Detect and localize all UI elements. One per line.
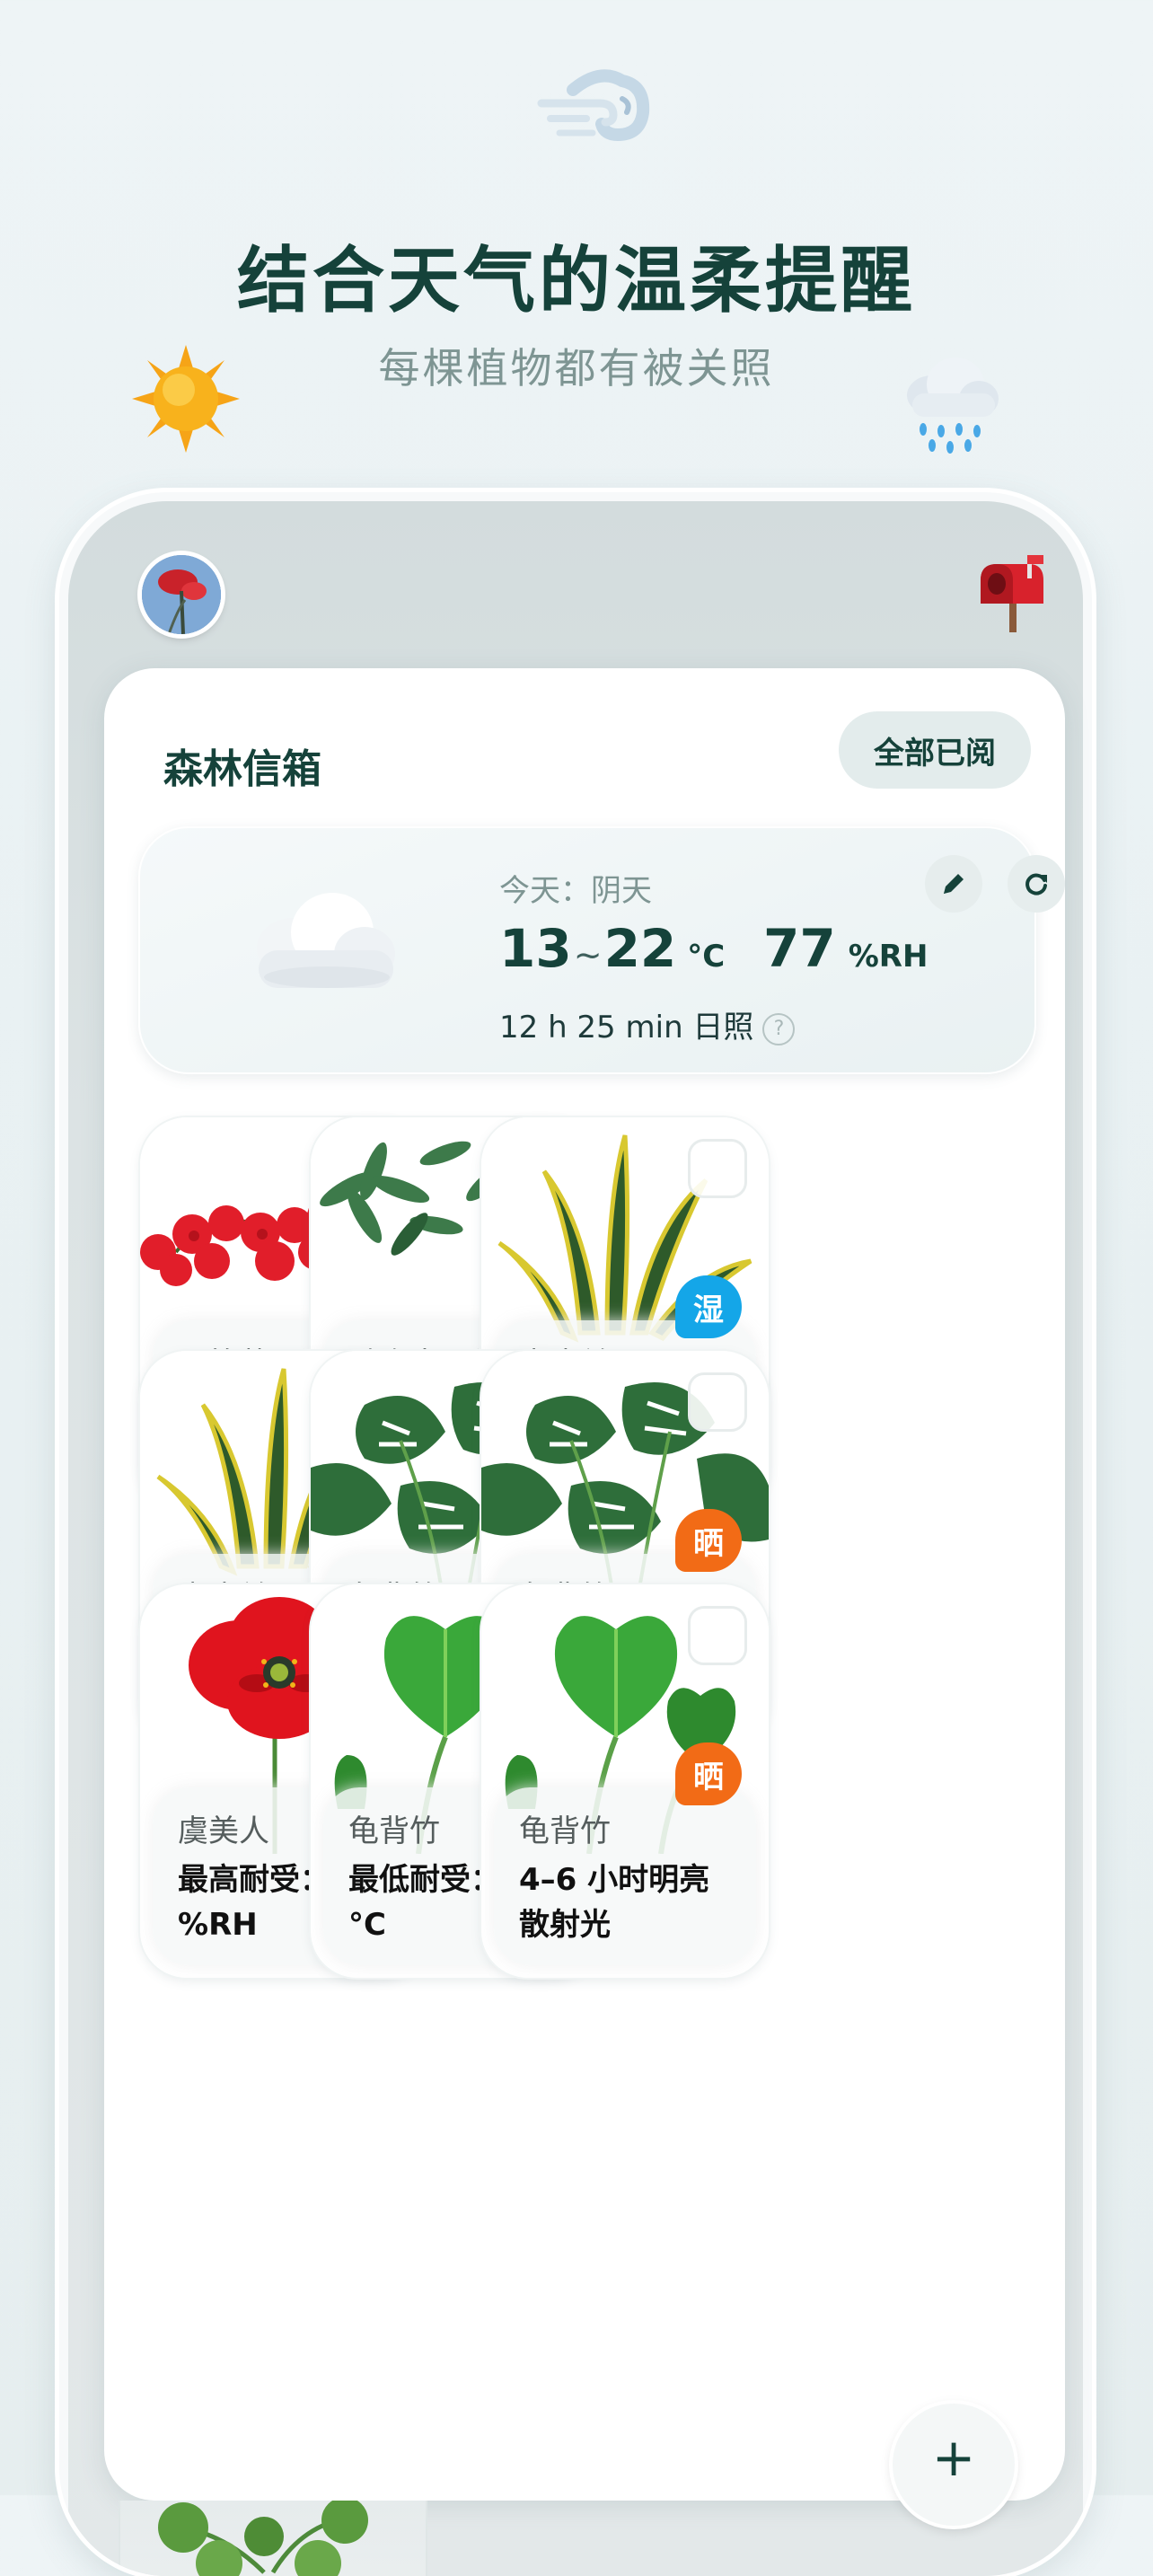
hero-title: 结合天气的温柔提醒 — [237, 239, 916, 322]
temp-low: 13 — [499, 918, 572, 979]
care-badge: 湿 — [675, 1275, 742, 1338]
select-checkbox[interactable] — [688, 1606, 747, 1665]
phone-frame: 森林信箱 全部已阅 今天：阴天 13~22 °C 77 %RH 12 h 25 mi… — [59, 492, 1092, 2576]
avatar[interactable] — [142, 555, 221, 634]
rain-cloud-icon — [907, 357, 999, 454]
plant-info: 龟背竹 4–6 小时明亮散射光 — [494, 1787, 756, 1965]
sunlight-duration: 12 h 25 min 日照? — [499, 1002, 796, 1046]
care-badge: 晒 — [675, 1509, 742, 1572]
flower-avatar-icon — [142, 555, 221, 634]
mark-all-read-button[interactable]: 全部已阅 — [839, 711, 1031, 789]
sun-icon — [132, 345, 240, 453]
plant-card[interactable]: 龟背竹 4–6 小时明亮散射光 晒 — [481, 1584, 769, 1978]
app-screen: 森林信箱 全部已阅 今天：阴天 13~22 °C 77 %RH 12 h 25 mi… — [68, 501, 1083, 2576]
humidity: 77 %RH — [763, 918, 928, 979]
select-checkbox[interactable] — [688, 1139, 747, 1198]
pending-plant-card[interactable] — [119, 2501, 427, 2576]
mailbox-title: 森林信箱 — [163, 746, 321, 792]
sunlight-text: 12 h 25 min 日照 — [499, 1010, 754, 1045]
care-badge: 晒 — [675, 1742, 742, 1805]
help-icon[interactable]: ? — [762, 1012, 796, 1045]
plus-icon: + — [931, 2427, 976, 2488]
cloudy-icon — [257, 893, 395, 988]
edit-weather-button[interactable] — [925, 855, 982, 913]
temp-high: 22 — [603, 918, 677, 979]
refresh-icon — [1025, 873, 1047, 895]
weather-card: 今天：阴天 13~22 °C 77 %RH 12 h 25 min 日照? — [138, 826, 1065, 1074]
plant-care-need: 4–6 小时明亮散射光 — [519, 1862, 710, 1943]
humidity-unit: %RH — [848, 939, 929, 975]
temp-separator: ~ — [573, 935, 603, 975]
humidity-value: 77 — [763, 918, 836, 979]
select-checkbox[interactable] — [688, 1372, 747, 1432]
wind-icon — [537, 69, 650, 142]
add-plant-button[interactable]: + — [893, 2404, 1015, 2526]
mailbox-icon[interactable] — [973, 553, 1049, 634]
refresh-weather-button[interactable] — [1008, 855, 1065, 913]
weather-condition: 今天：阴天 — [499, 873, 652, 909]
pencil-icon — [944, 874, 964, 894]
temp-unit: °C — [687, 939, 726, 975]
geranium-pot-photo — [158, 2501, 368, 2576]
temperature-range: 13~22 °C — [499, 918, 725, 979]
plant-name: 龟背竹 — [519, 1813, 611, 1849]
